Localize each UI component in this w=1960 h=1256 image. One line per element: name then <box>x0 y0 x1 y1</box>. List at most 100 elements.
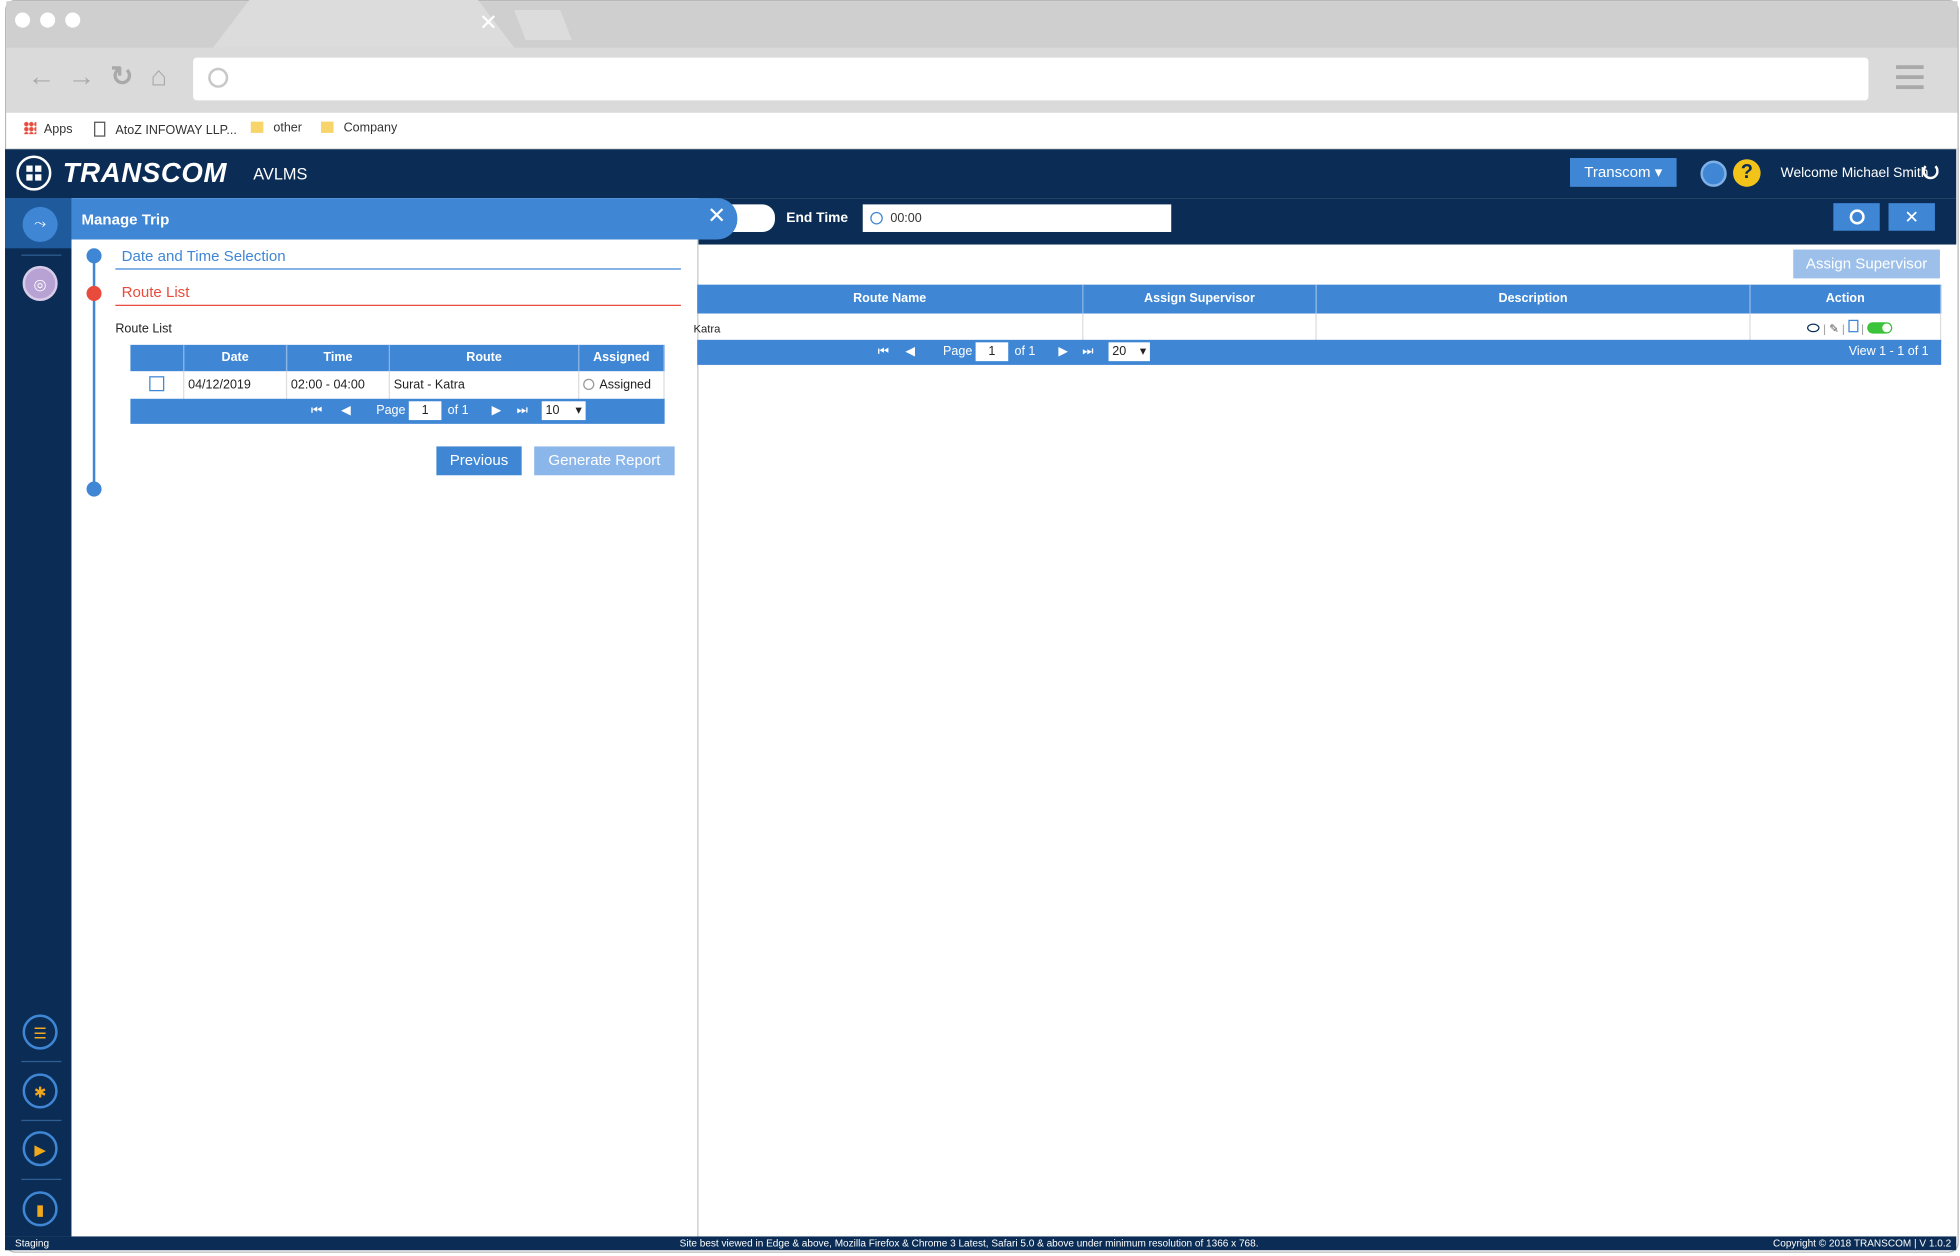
clear-filter-button[interactable]: ✕ <box>1888 203 1935 231</box>
step-underline <box>115 268 681 270</box>
first-page-icon[interactable]: ⏮ <box>878 345 889 359</box>
home-icon[interactable]: ⌂ <box>150 60 167 93</box>
app-name: AVLMS <box>253 164 308 184</box>
window-maximize-dot[interactable] <box>65 12 81 28</box>
alarm-bell-icon[interactable]: ✱ <box>22 1073 58 1109</box>
page-size-select[interactable]: 10 ▾ <box>541 401 586 421</box>
browser-tab[interactable] <box>213 0 515 48</box>
column-header[interactable]: Assigned <box>578 344 665 372</box>
settings-gear-icon[interactable] <box>1700 160 1727 187</box>
hamburger-menu-icon[interactable] <box>1896 65 1924 95</box>
bookmark-label: Apps <box>43 122 73 137</box>
bookmark-label: other <box>273 121 302 136</box>
document-icon[interactable] <box>1847 319 1858 333</box>
view-eye-icon[interactable] <box>1807 323 1820 333</box>
row-checkbox[interactable] <box>149 376 165 392</box>
panel-title: Manage Trip <box>81 210 170 229</box>
column-header[interactable]: Description <box>1316 284 1751 314</box>
sidebar-divider <box>21 1178 62 1181</box>
chevron-down-icon: ▾ <box>575 403 582 418</box>
folder-icon <box>250 121 264 133</box>
generate-report-button[interactable]: Generate Report <box>534 446 675 476</box>
close-icon[interactable]: ✕ <box>479 10 498 36</box>
toggle-switch[interactable] <box>1867 322 1893 334</box>
step-underline <box>115 304 681 306</box>
window-minimize-dot[interactable] <box>40 12 56 28</box>
prev-page-icon[interactable]: ◀ <box>905 345 915 359</box>
select-column-header <box>130 344 185 372</box>
database-icon[interactable]: ☰ <box>22 1014 58 1050</box>
route-icon[interactable]: ⤳ <box>22 206 58 243</box>
description-cell <box>1316 313 1751 344</box>
route-list-pager: ⏮ ◀ Page 1 of 1 ▶ ⏭ 10 ▾ <box>130 398 665 424</box>
sidebar-divider <box>21 1119 62 1122</box>
bookmark-other[interactable]: other <box>250 121 302 136</box>
edit-pencil-icon[interactable]: ✎ <box>1829 322 1838 335</box>
step-dot-active <box>86 285 102 301</box>
table-header-row: Date Time Route Assigned <box>130 344 665 372</box>
copyright-text: Copyright © 2018 TRANSCOM | V 1.0.2 <box>1773 1237 1952 1249</box>
page-size-select[interactable]: 20 ▾ <box>1108 342 1150 362</box>
column-header[interactable]: Time <box>286 344 390 372</box>
route-cell: Surat - Katra <box>389 371 580 402</box>
step-date-time-selection[interactable]: Date and Time Selection <box>122 247 286 265</box>
last-page-icon[interactable]: ⏭ <box>517 404 528 418</box>
assign-supervisor-button[interactable]: Assign Supervisor <box>1793 249 1940 279</box>
bookmark-label: Company <box>343 121 398 136</box>
supervisor-cell <box>1082 313 1317 344</box>
table-row[interactable]: Katra | ✎ | | <box>693 313 1942 344</box>
next-page-icon[interactable]: ▶ <box>1058 345 1068 359</box>
window-close-dot[interactable] <box>15 12 31 28</box>
step-dot <box>86 248 102 264</box>
bookmark-atoz[interactable]: AtoZ INFOWAY LLP... <box>94 121 237 138</box>
column-header[interactable]: Action <box>1749 284 1942 314</box>
first-page-icon[interactable]: ⏮ <box>311 404 322 418</box>
apps-grid-icon <box>23 121 37 135</box>
forward-arrow-icon[interactable]: → <box>68 60 96 93</box>
clock-icon <box>583 378 595 390</box>
bookmark-company[interactable]: Company <box>321 121 398 136</box>
welcome-text: Welcome Michael Smith <box>1780 165 1929 181</box>
last-page-icon[interactable]: ⏭ <box>1082 345 1093 359</box>
column-header[interactable]: Route <box>389 344 580 372</box>
back-arrow-icon[interactable]: ← <box>28 60 56 93</box>
power-logout-icon[interactable] <box>1922 163 1939 180</box>
page-label: Page <box>376 403 406 418</box>
page-count: of 1 <box>1014 344 1036 359</box>
select-cell <box>130 371 185 402</box>
action-cell: | ✎ | | <box>1749 313 1942 344</box>
close-icon[interactable]: ✕ <box>707 203 726 229</box>
tracking-icon[interactable]: ◎ <box>22 265 58 301</box>
video-icon[interactable]: ▶ <box>22 1131 58 1167</box>
page-number-input[interactable]: 1 <box>975 342 1009 362</box>
previous-button[interactable]: Previous <box>436 446 522 476</box>
bookmark-apps[interactable]: Apps <box>23 121 73 137</box>
next-page-icon[interactable]: ▶ <box>492 404 502 418</box>
page-count: of 1 <box>447 403 469 418</box>
action-divider: | <box>1841 322 1845 335</box>
reload-icon[interactable]: ↻ <box>110 60 133 93</box>
page-number-input[interactable]: 1 <box>408 401 442 421</box>
end-time-input[interactable]: 00:00 <box>862 204 1172 232</box>
column-header[interactable]: Assign Supervisor <box>1082 284 1317 314</box>
table-row[interactable]: 04/12/2019 02:00 - 04:00 Surat - Katra A… <box>130 371 665 402</box>
assigned-cell: Assigned <box>578 371 665 402</box>
route-grid: Route Name Assign Supervisor Description… <box>693 284 1942 344</box>
end-time-value: 00:00 <box>890 211 922 226</box>
address-bar[interactable] <box>193 57 1869 101</box>
route-grid-pager: ⏮ ◀ Page 1 of 1 ▶ ⏭ 20 ▾ View 1 - 1 of 1 <box>697 339 1942 365</box>
chevron-down-icon: ▾ <box>1139 344 1147 359</box>
table-header-row: Route Name Assign Supervisor Description… <box>697 284 1942 314</box>
column-header[interactable]: Date <box>183 344 288 372</box>
column-header[interactable]: Route Name <box>697 284 1084 314</box>
search-button[interactable] <box>1833 203 1880 231</box>
sidebar-divider <box>21 1060 62 1063</box>
organization-dropdown[interactable]: Transcom ▾ <box>1570 158 1677 187</box>
grid-menu-icon[interactable] <box>16 155 52 191</box>
prev-page-icon[interactable]: ◀ <box>341 404 351 418</box>
search-icon <box>208 67 229 88</box>
step-route-list[interactable]: Route List <box>122 283 190 301</box>
bookmarks-bar: Apps AtoZ INFOWAY LLP... other Company <box>6 112 1958 150</box>
help-icon[interactable]: ? <box>1733 159 1761 187</box>
bookmark-icon[interactable]: ▮ <box>22 1191 58 1227</box>
